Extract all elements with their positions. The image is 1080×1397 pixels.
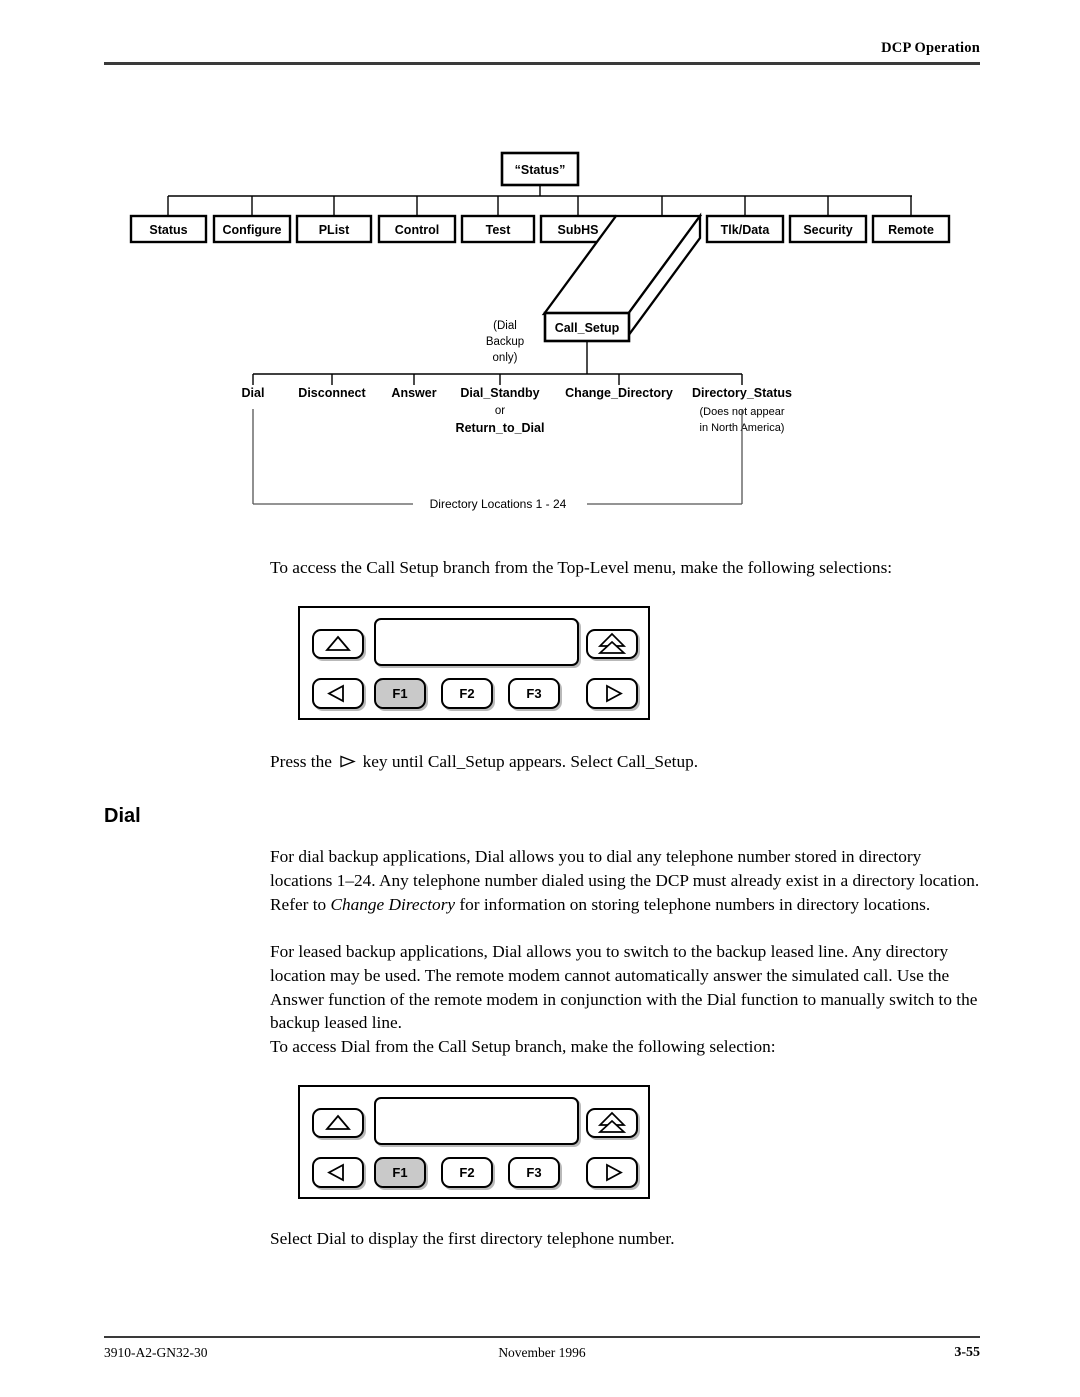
press-key-suffix: key until Call_Setup appears. Select Cal… bbox=[362, 752, 699, 771]
submenu-alt-separator: or bbox=[495, 405, 505, 417]
submenu-item-dial-standby[interactable]: Dial_Standby bbox=[460, 386, 539, 400]
intro-paragraph: To access the Call Setup branch from the… bbox=[270, 558, 893, 577]
left-arrow-button[interactable] bbox=[312, 678, 364, 709]
menu-tree-svg: “Status” Status Configure PList Control bbox=[129, 151, 951, 511]
top-level-menu-boxes: Status Configure PList Control Test SubH… bbox=[129, 214, 951, 244]
lcd-display-1: Leased:19.2 ⇄ Call_Setup bbox=[374, 618, 579, 666]
submenu-item-answer[interactable]: Answer bbox=[391, 386, 436, 400]
menu-box-label: Test bbox=[486, 223, 512, 237]
menu-root-box: “Status” bbox=[500, 151, 580, 187]
submenu-item-directory-status[interactable]: Directory_Status bbox=[692, 386, 792, 400]
device-panel-2: Call Setup: > Dial Disconnect F1 F2 F3 bbox=[298, 1085, 650, 1199]
double-up-arrow-button[interactable] bbox=[586, 629, 638, 659]
footer-rule bbox=[104, 1336, 980, 1338]
submenu-labels: Dial Disconnect Answer Dial_Standby or R… bbox=[242, 386, 793, 435]
menu-box-call-setup[interactable]: Call_Setup bbox=[543, 311, 631, 343]
right-arrow-icon bbox=[606, 684, 623, 703]
footer-date: November 1996 bbox=[498, 1345, 586, 1360]
menu-box-tlkdata[interactable]: Tlk/Data bbox=[705, 214, 785, 244]
function-key-f2[interactable]: F2 bbox=[441, 678, 493, 709]
function-key-f3[interactable]: F3 bbox=[508, 1157, 560, 1188]
menu-root-label: “Status” bbox=[515, 163, 566, 177]
paragraph-dial-backup: For dial backup applications, Dial allow… bbox=[270, 845, 982, 916]
menu-box-label: PList bbox=[319, 223, 350, 237]
paragraph-1-italic-ref: Change Directory bbox=[330, 894, 456, 914]
right-arrow-icon bbox=[606, 1163, 623, 1182]
menu-box-status[interactable]: Status bbox=[129, 214, 208, 244]
lcd-display-2: Call Setup: > Dial Disconnect bbox=[374, 1097, 579, 1145]
section-heading-dial: Dial bbox=[104, 805, 141, 827]
paragraph-leased-backup: For leased backup applications, Dial all… bbox=[270, 942, 978, 1033]
submenu-item-return-to-dial[interactable]: Return_to_Dial bbox=[456, 421, 545, 435]
double-up-arrow-button[interactable] bbox=[586, 1108, 638, 1138]
footer-page-number: 3-55 bbox=[954, 1345, 980, 1360]
submenu-item-dial[interactable]: Dial bbox=[242, 386, 265, 400]
menu-box-remote[interactable]: Remote bbox=[871, 214, 951, 244]
tree-connector-lines bbox=[167, 185, 912, 216]
submenu-item-change-directory[interactable]: Change_Directory bbox=[565, 386, 673, 400]
function-key-f3[interactable]: F3 bbox=[508, 678, 560, 709]
menu-box-security[interactable]: Security bbox=[788, 214, 868, 244]
right-arrow-key-glyph-icon bbox=[336, 751, 358, 775]
closing-paragraph: Select Dial to display the first directo… bbox=[270, 1229, 675, 1248]
header-title: DCP Operation bbox=[881, 40, 980, 56]
header-rule bbox=[104, 62, 980, 65]
menu-box-label: Status bbox=[149, 223, 187, 237]
left-arrow-icon bbox=[327, 1163, 344, 1182]
submenu-item-disconnect[interactable]: Disconnect bbox=[298, 386, 366, 400]
function-key-f1[interactable]: F1 bbox=[374, 678, 426, 709]
up-arrow-icon bbox=[325, 1114, 351, 1130]
menu-box-configure[interactable]: Configure bbox=[212, 214, 292, 244]
call-setup-label: Call_Setup bbox=[555, 321, 620, 335]
access-dial-paragraph: To access Dial from the Call Setup branc… bbox=[270, 1037, 776, 1056]
menu-box-label: Remote bbox=[888, 223, 934, 237]
left-arrow-button[interactable] bbox=[312, 1157, 364, 1188]
up-arrow-button[interactable] bbox=[312, 1108, 364, 1138]
page-header: DCP Operation bbox=[104, 40, 980, 65]
dial-backup-note: (Dial Backup only) bbox=[486, 320, 524, 364]
paragraph-1-part-2: for information on storing telephone num… bbox=[455, 894, 931, 914]
menu-box-label: SubHS bbox=[558, 223, 599, 237]
press-key-paragraph: Press the key until Call_Setup appears. … bbox=[270, 750, 982, 775]
double-up-arrow-icon bbox=[597, 1111, 627, 1133]
menu-box-label: Control bbox=[395, 223, 439, 237]
menu-box-label: Tlk/Data bbox=[721, 223, 771, 237]
left-arrow-icon bbox=[327, 684, 344, 703]
right-arrow-button[interactable] bbox=[586, 678, 638, 709]
menu-box-label: Security bbox=[803, 223, 852, 237]
directory-locations-label: Directory Locations 1 - 24 bbox=[430, 497, 567, 511]
menu-box-label: Configure bbox=[222, 223, 281, 237]
double-up-arrow-icon bbox=[597, 632, 627, 654]
menu-box-test[interactable]: Test bbox=[460, 214, 536, 244]
device-panel-1: Leased:19.2 ⇄ Call_Setup F1 F2 F3 bbox=[298, 606, 650, 720]
dial-backup-note-line1: (Dial bbox=[493, 320, 517, 332]
menu-box-control[interactable]: Control bbox=[377, 214, 457, 244]
up-arrow-icon bbox=[325, 635, 351, 651]
function-key-f1[interactable]: F1 bbox=[374, 1157, 426, 1188]
dial-backup-note-line2: Backup bbox=[486, 336, 524, 348]
dial-backup-note-line3: only) bbox=[493, 352, 518, 364]
function-key-f2[interactable]: F2 bbox=[441, 1157, 493, 1188]
menu-tree-diagram: “Status” Status Configure PList Control bbox=[0, 140, 1080, 535]
up-arrow-button[interactable] bbox=[312, 629, 364, 659]
press-key-prefix: Press the bbox=[270, 752, 332, 771]
page-footer: 3910-A2-GN32-30 November 1996 3-55 bbox=[104, 1336, 980, 1371]
menu-box-plist[interactable]: PList bbox=[295, 214, 373, 244]
right-arrow-button[interactable] bbox=[586, 1157, 638, 1188]
